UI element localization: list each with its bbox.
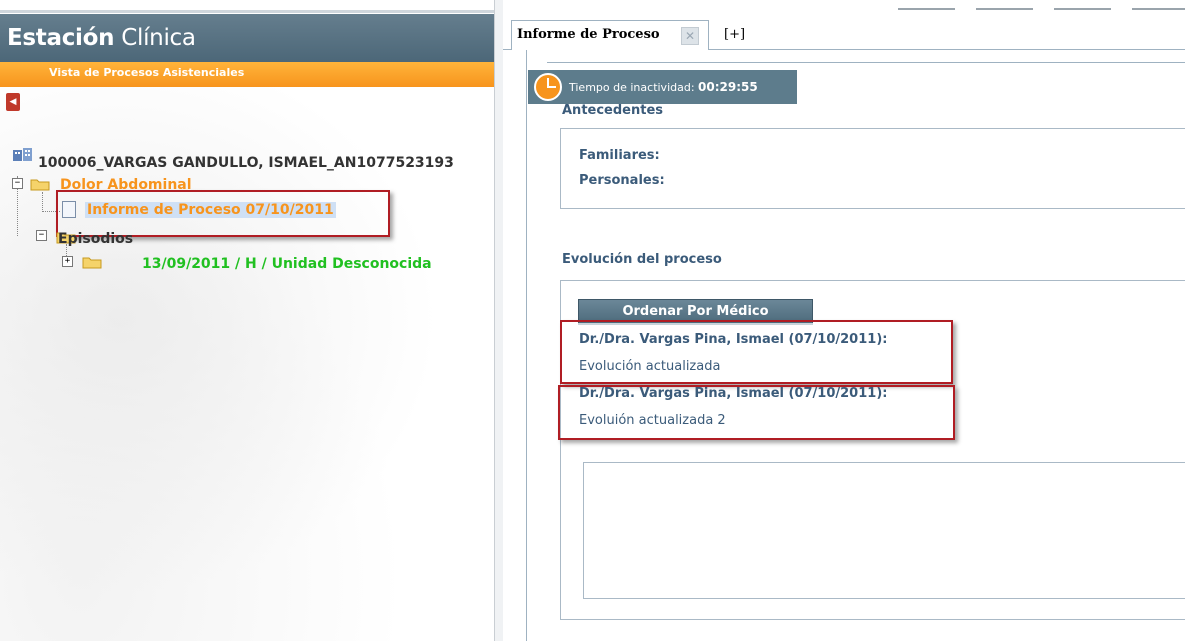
top-tab[interactable] [1054, 0, 1111, 10]
folder-open-icon [30, 179, 50, 191]
highlight-box-report [56, 190, 390, 237]
top-tab[interactable] [1132, 0, 1185, 10]
antecedentes-box [560, 128, 1185, 209]
tab-close-icon[interactable]: ✕ [681, 27, 699, 45]
subtitle: Vista de Procesos Asistenciales [49, 66, 245, 79]
episode-node[interactable]: 13/09/2011 / H / Unidad Desconocida [142, 256, 432, 272]
left-panel-background [0, 60, 494, 641]
evolucion-title: Evolución del proceso [562, 252, 722, 267]
collapse-panel-button[interactable]: ◀ [6, 93, 20, 111]
top-tab-strip [898, 0, 1185, 10]
personales-label: Personales: [579, 173, 665, 188]
left-panel: Estación Clínica Vista de Procesos Asist… [0, 0, 494, 641]
clock-hand [547, 86, 556, 88]
evolution-textarea[interactable] [583, 462, 1185, 599]
inactivity-text: Tiempo de inactividad: 00:29:55 [569, 80, 758, 94]
patient-node[interactable]: 100006_VARGAS GANDULLO, ISMAEL_AN1077523… [38, 155, 454, 171]
collapse-episodios-expander[interactable]: − [36, 230, 47, 241]
app-title: Estación Clínica [7, 25, 196, 51]
app-title-bold: Estación [7, 25, 115, 51]
folder-icon [82, 257, 102, 269]
add-tab-button[interactable]: [+] [724, 27, 745, 42]
inactivity-value: 00:29:55 [698, 80, 758, 94]
app-title-light: Clínica [121, 25, 196, 51]
top-tab[interactable] [898, 0, 955, 10]
antecedentes-title: Antecedentes [562, 103, 664, 118]
familiares-label: Familiares: [579, 148, 660, 163]
tab-label[interactable]: Informe de Proceso [517, 27, 660, 42]
highlight-box-entry-1 [560, 320, 953, 384]
top-tab[interactable] [976, 0, 1033, 10]
episodes-node[interactable]: Episodios [58, 231, 133, 247]
content-divider [547, 62, 1185, 63]
inactivity-label: Tiempo de inactividad: [569, 81, 695, 94]
top-line [0, 10, 494, 13]
tree-line [42, 192, 43, 212]
right-panel: Informe de Proceso ✕ [+] Tiempo de inact… [503, 0, 1185, 641]
patient-icon [13, 148, 32, 161]
collapse-dolor-expander[interactable]: − [12, 178, 23, 189]
highlight-box-entry-2 [558, 385, 955, 440]
expand-episode-expander[interactable]: + [62, 256, 73, 267]
